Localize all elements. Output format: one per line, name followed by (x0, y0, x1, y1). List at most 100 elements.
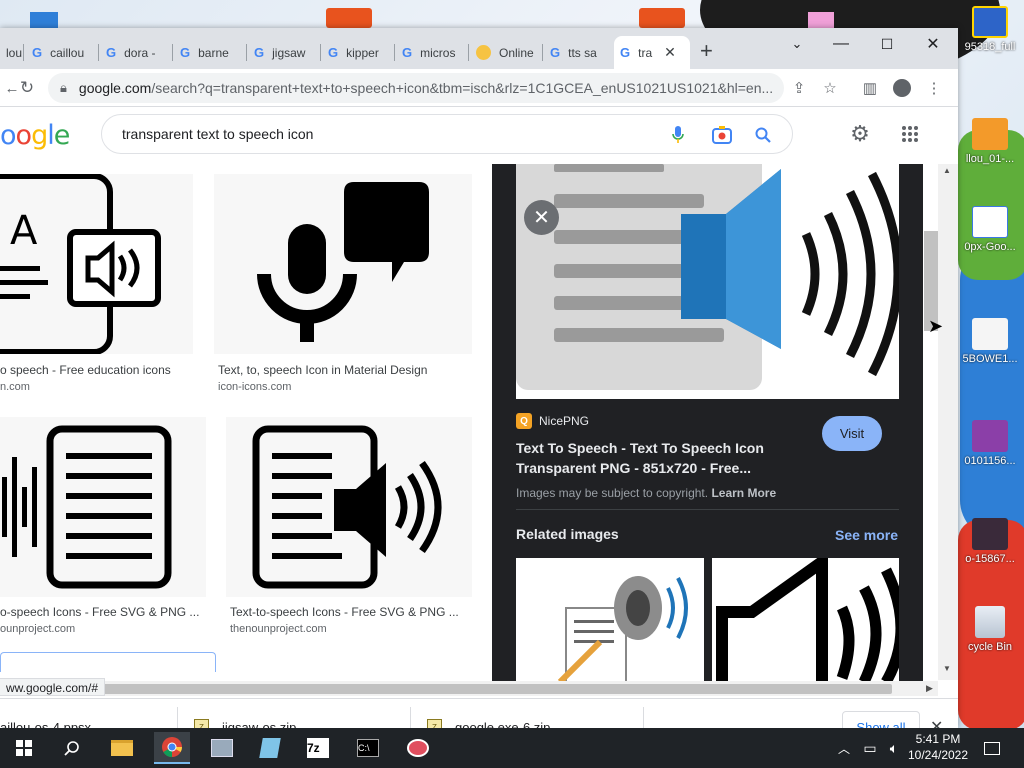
close-downloads-icon[interactable]: ✕ (930, 717, 943, 728)
download-chevron-up-icon[interactable]: ︿ (382, 717, 395, 728)
taskbar-clock[interactable]: 5:41 PM 10/24/2022 (906, 731, 970, 763)
show-all-downloads-button[interactable]: Show all (842, 711, 920, 728)
close-preview-icon[interactable]: ✕ (524, 200, 559, 235)
download-chevron-up-icon[interactable]: ︿ (614, 717, 627, 728)
desktop-icon-label: llou_01-... (965, 153, 1015, 165)
desktop-icon[interactable]: 95318_full (956, 6, 1024, 53)
preview-title[interactable]: Text To Speech - Text To Speech Icon Tra… (516, 438, 786, 478)
more-menu-icon[interactable]: ⋮ (922, 76, 946, 100)
tab-tts[interactable]: Gtts sa (544, 36, 610, 69)
scroll-right-arrow-icon[interactable]: ▶ (926, 683, 933, 694)
start-windows-icon[interactable] (6, 732, 42, 764)
result-title[interactable]: o speech - Free education icons (0, 363, 171, 377)
scroll-up-arrow-icon[interactable]: ▲ (943, 166, 951, 175)
desktop-icon[interactable]: o-15867... (956, 518, 1024, 565)
document-speaker-icon (252, 425, 442, 589)
tab-separator (468, 44, 469, 61)
network-icon[interactable]: ▭ (858, 732, 882, 764)
scroll-down-arrow-icon[interactable]: ▼ (943, 664, 951, 673)
tab-jigsaw[interactable]: Gjigsaw (248, 36, 318, 69)
tab-active-search[interactable]: Gtra ✕ (614, 36, 690, 69)
tab-microsoft[interactable]: Gmicros (396, 36, 466, 69)
url-path: /search?q=transparent+text+to+speech+ico… (151, 80, 774, 96)
desktop-icon[interactable]: 0101156... (956, 420, 1024, 467)
result-image[interactable] (214, 174, 472, 354)
desktop-icon[interactable]: 5BOWE1... (956, 318, 1024, 365)
chrome-taskbar-icon[interactable] (154, 732, 190, 764)
new-tab-button[interactable]: + (700, 40, 713, 62)
notepad-taskbar-icon[interactable] (252, 732, 288, 764)
visit-button[interactable]: Visit (822, 416, 882, 451)
apps-grid-icon[interactable] (898, 122, 922, 146)
tab-barney[interactable]: Gbarne (174, 36, 244, 69)
image-file-icon (972, 518, 1008, 550)
share-icon[interactable]: ⇪ (787, 76, 811, 100)
side-panel-icon[interactable]: ▥ (858, 76, 882, 100)
camera-lens-icon[interactable] (712, 125, 732, 145)
image-file-icon (972, 6, 1008, 38)
close-window-button[interactable]: ✕ (910, 30, 956, 58)
tab-separator (23, 44, 24, 61)
tab-search-chevron-icon[interactable]: ⌄ (774, 30, 820, 58)
desktop-icon[interactable]: llou_01-... (956, 118, 1024, 165)
desktop-icon[interactable]: 0px-Goo... (956, 206, 1024, 253)
notifications-icon[interactable] (978, 732, 1006, 764)
tab-separator (246, 44, 247, 61)
address-bar[interactable]: 🔒︎ google.com/search?q=transparent+text+… (48, 73, 784, 103)
source-row[interactable]: Q NicePNG (516, 413, 589, 429)
desktop-icon-recycle-bin[interactable]: cycle Bin (956, 606, 1024, 653)
search-taskbar-icon[interactable] (54, 732, 90, 764)
maximize-button[interactable]: ☐ (864, 30, 910, 58)
paint-taskbar-icon[interactable] (400, 732, 436, 764)
related-image[interactable] (712, 558, 899, 682)
result-image[interactable]: A (0, 173, 193, 355)
tab-close-icon[interactable]: ✕ (664, 44, 676, 61)
download-chevron-up-icon[interactable]: ︿ (148, 717, 161, 728)
volume-icon[interactable]: 🔈︎ (882, 732, 906, 764)
result-title[interactable]: Text-to-speech Icons - Free SVG & PNG ..… (230, 605, 459, 619)
learn-more-link[interactable]: Learn More (711, 486, 776, 500)
tab-dora[interactable]: Gdora - (100, 36, 168, 69)
mic-icon[interactable] (668, 125, 688, 145)
copyright-notice: Images may be subject to copyright. Lear… (516, 486, 776, 500)
tab-partial[interactable]: lou (0, 36, 22, 69)
image-file-icon (972, 318, 1008, 350)
bookmark-star-icon[interactable]: ☆ (818, 76, 842, 100)
show-hidden-icons-chevron-icon[interactable]: ︿ (834, 732, 854, 764)
file-explorer-icon[interactable] (104, 732, 140, 764)
command-prompt-taskbar-icon[interactable]: C:\ (350, 732, 386, 764)
download-item[interactable]: Z google.exe-6.zip (427, 699, 643, 728)
reload-icon[interactable]: ↻ (15, 76, 39, 100)
download-item[interactable]: Z jigsaw-os.zip (194, 699, 410, 728)
horizontal-scrollbar-thumb[interactable] (96, 684, 892, 694)
search-input[interactable]: transparent text to speech icon (101, 114, 793, 154)
google-logo[interactable]: oogle (0, 120, 70, 151)
related-image[interactable] (516, 558, 704, 682)
vertical-scrollbar[interactable]: ▲ ▼ (938, 164, 958, 680)
result-site: n.com (0, 381, 30, 393)
tab-separator (172, 44, 173, 61)
tab-kipper[interactable]: Gkipper (322, 36, 392, 69)
tab-separator (542, 44, 543, 61)
tablet-speech-icon: A (0, 173, 161, 355)
download-filename: google.exe-6.zip (455, 719, 551, 729)
tab-online[interactable]: Online (470, 36, 540, 69)
result-title[interactable]: o-speech Icons - Free SVG & PNG ... (0, 605, 199, 619)
7zip-taskbar-icon[interactable]: 7z (300, 732, 336, 764)
profile-avatar-icon[interactable] (890, 76, 914, 100)
minimize-button[interactable]: — (818, 30, 864, 58)
desktop-icon-label: cycle Bin (967, 641, 1013, 653)
google-images-page: oogle transparent text to speech icon ⚙ … (0, 107, 958, 728)
search-icon[interactable] (753, 125, 773, 145)
tab-label: kipper (346, 45, 379, 60)
see-more-link[interactable]: See more (835, 527, 898, 543)
result-image[interactable] (226, 417, 472, 597)
result-image[interactable] (0, 417, 206, 597)
tab-separator (98, 44, 99, 61)
preview-image[interactable] (516, 164, 899, 399)
result-title[interactable]: Text, to, speech Icon in Material Design (218, 363, 427, 377)
image-viewer-taskbar-icon[interactable] (204, 732, 240, 764)
tab-caillou[interactable]: Gcaillou (26, 36, 98, 69)
settings-gear-icon[interactable]: ⚙ (848, 121, 872, 146)
tab-label: caillou (50, 45, 85, 60)
